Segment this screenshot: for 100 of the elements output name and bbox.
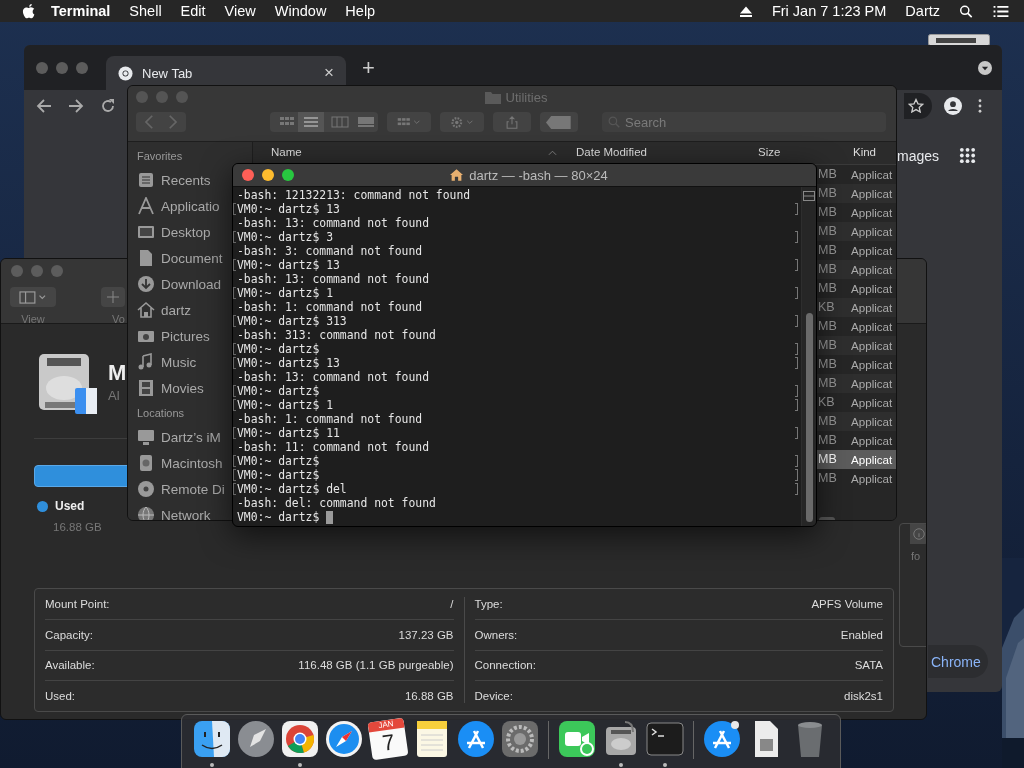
customize-chrome-button[interactable]: Chrome [928,645,988,678]
sidebar-item[interactable]: dartz [161,302,191,318]
info-label: Device: [474,690,513,703]
menu-item[interactable]: Help [345,3,376,19]
drive-icon[interactable] [928,34,990,45]
line-mark [795,259,798,271]
scrollbar-thumb[interactable] [805,313,813,522]
close-dot[interactable] [11,265,23,277]
new-tab-button[interactable]: + [362,54,375,81]
column-header[interactable]: Date Modified [576,146,647,158]
sidebar-item[interactable]: Movies [161,380,204,396]
file-row[interactable]: MB Applicat [817,412,896,431]
menu-item[interactable]: Shell [129,3,162,19]
finder-icon[interactable] [192,719,232,759]
terminal-icon[interactable] [645,719,685,759]
sidebar-item[interactable]: Music [161,354,197,370]
sidebar-item[interactable]: Download [161,276,222,292]
list-icon[interactable] [992,4,1010,18]
downloads-icon[interactable] [702,719,742,759]
reload-icon[interactable] [100,98,116,114]
user-menu[interactable]: Dartz [905,3,940,19]
calendar-icon[interactable]: JAN 7 [367,717,409,761]
tab-search-icon[interactable] [978,60,992,75]
minimize-dot[interactable] [31,265,43,277]
toolbar-label: fo [911,550,921,562]
back-icon[interactable] [36,98,52,114]
sidebar-item[interactable]: Remote Di [161,481,225,497]
address-bar[interactable] [904,93,932,119]
search-icon[interactable] [959,4,973,18]
sidebar-toggle-button[interactable] [10,287,56,307]
browser-tab[interactable]: New Tab × [106,56,346,90]
tab-close-button[interactable]: × [324,63,334,83]
sidebar-item[interactable]: Applicatio [161,198,220,214]
line-mark [795,203,798,215]
size-cell: MB [818,338,837,352]
terminal-line: VM0:~ dartz$ [237,384,320,398]
toolbar-label: Vo [112,313,125,325]
zoom-dot[interactable] [76,61,88,74]
apps-grid-icon[interactable] [959,147,976,164]
info-value: 137.23 GB [398,628,454,641]
minimize-button[interactable] [262,169,274,181]
terminal-line: -bash: 1: command not found [237,412,423,426]
size-cell: MB [818,281,837,295]
apple-icon[interactable] [22,3,35,19]
eject-icon[interactable] [738,4,753,18]
facetime-icon[interactable] [557,719,597,759]
view-mode-control[interactable] [270,112,378,132]
close-dot[interactable] [136,91,148,103]
forward-icon[interactable] [68,98,84,114]
file-row[interactable]: KB Applicat [817,298,896,317]
terminal-line: VM0:~ dartz$ del [237,482,347,496]
app-menu[interactable]: Terminal [51,3,111,19]
line-mark [795,287,798,299]
menu-item[interactable]: Edit [180,3,206,19]
search-field[interactable]: Search [602,112,886,132]
kind-cell: Applicat [851,263,893,276]
file-row[interactable]: MB Applicat [817,450,896,469]
sidebar-item[interactable]: Network [161,507,211,520]
terminal-line: VM0:~ dartz$ [237,454,320,468]
menu-item[interactable]: View [224,3,256,19]
info-label: Used: [45,690,76,703]
menu-clock[interactable]: Fri Jan 7 1:23 PM [771,3,887,19]
file-row[interactable]: MB Applicat [817,336,896,355]
zoom-dot[interactable] [51,265,63,277]
close-button[interactable] [242,169,254,181]
size-cell: MB [818,167,837,181]
preferences-icon[interactable] [500,719,540,759]
file-row[interactable]: MB Applicat [817,222,896,241]
file-row[interactable]: MB Applicat [817,260,896,279]
sidebar-item[interactable]: Document [161,250,223,266]
column-header[interactable]: Name [271,146,302,158]
info-value: APFS Volume [811,597,883,610]
menu-item[interactable]: Window [274,3,327,19]
minimize-dot[interactable] [156,91,168,103]
more-icon[interactable] [978,99,982,113]
sidebar-item[interactable]: Macintosh [161,455,223,471]
split-pane-icon[interactable] [803,191,815,201]
column-header[interactable]: Kind [853,146,877,158]
profile-icon[interactable] [944,97,962,115]
sidebar-item[interactable]: Pictures [161,328,210,344]
close-dot[interactable] [36,61,48,74]
calendar-month: JAN [367,717,405,733]
line-mark [795,315,798,327]
appstore-icon[interactable] [456,719,496,759]
sidebar-item[interactable]: Recents [161,172,211,188]
minimize-dot[interactable] [56,61,68,74]
launchpad-icon[interactable] [236,719,276,759]
column-header[interactable]: Size [758,146,781,158]
line-mark [795,455,798,467]
sidebar-item[interactable]: Desktop [161,224,211,240]
chrome-icon[interactable] [280,719,320,759]
safari-icon[interactable] [324,719,364,759]
file-row[interactable]: MB Applicat [817,374,896,393]
images-link[interactable]: mages [897,148,940,164]
sidebar-item[interactable]: Dartz’s iM [161,429,221,445]
zoom-button[interactable] [282,169,294,181]
terminal-line: -bash: 13: command not found [237,272,430,286]
star-icon[interactable] [908,98,924,114]
zoom-dot[interactable] [176,91,188,103]
file-row[interactable]: MB Applicat [817,184,896,203]
